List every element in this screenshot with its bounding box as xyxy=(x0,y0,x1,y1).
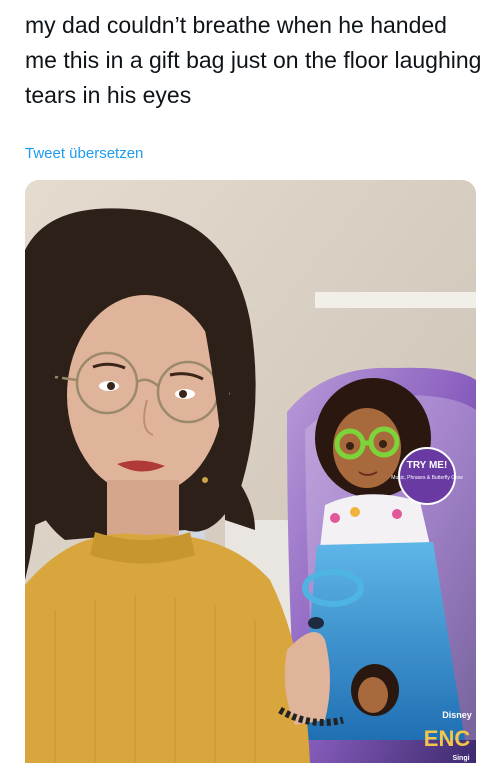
try-me-sublabel: Music, Phrases & Butterfly Glow xyxy=(391,475,463,481)
selfie-photo-illustration: TRY ME! Music, Phrases & Butterfly Glow … xyxy=(25,180,476,763)
disney-brand: Disney xyxy=(442,710,472,720)
try-me-label: TRY ME! xyxy=(407,460,448,471)
box-footer-text: Singi xyxy=(452,755,469,762)
translate-tweet-link[interactable]: Tweet übersetzen xyxy=(25,145,143,162)
tweet-text: my dad couldn’t breathe when he handed m… xyxy=(25,12,482,108)
encanto-logo: ENC xyxy=(424,726,471,751)
tweet-photo[interactable]: TRY ME! Music, Phrases & Butterfly Glow … xyxy=(25,180,476,763)
person-hand xyxy=(284,632,330,725)
crown-molding xyxy=(315,292,476,308)
